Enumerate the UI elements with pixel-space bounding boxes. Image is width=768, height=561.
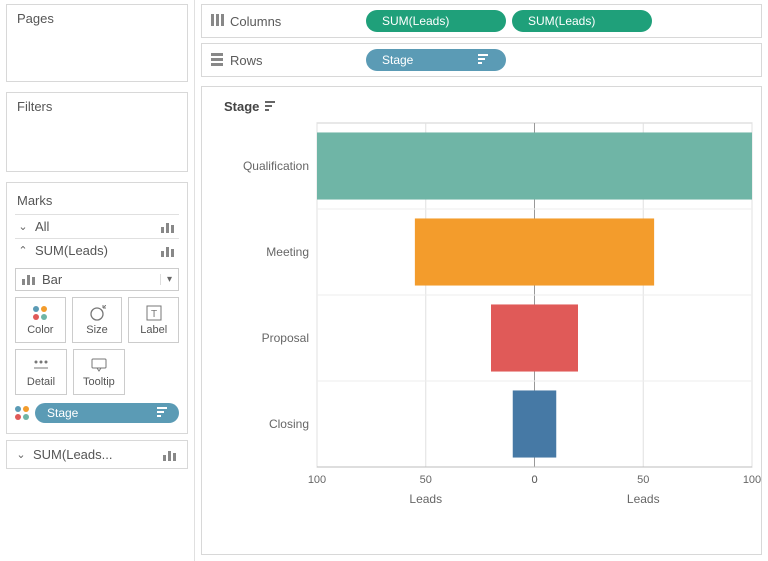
pill-label: SUM(Leads) — [382, 14, 449, 28]
pages-shelf[interactable]: Pages — [6, 4, 188, 82]
svg-text:T: T — [151, 309, 157, 320]
size-icon — [88, 304, 106, 322]
column-pill[interactable]: SUM(Leads) — [512, 10, 652, 32]
detail-icon — [33, 356, 49, 374]
tooltip-icon — [91, 356, 107, 374]
filters-label: Filters — [17, 99, 179, 118]
row-pill[interactable]: Stage — [366, 49, 506, 71]
bar-chart-icon — [161, 221, 177, 233]
marks-row-label: SUM(Leads... — [33, 447, 112, 462]
bar-chart-icon — [163, 449, 179, 461]
svg-text:50: 50 — [420, 474, 432, 486]
app-root: Pages Filters Marks ⌄ All ⌃ SUM(Leads) — [0, 0, 768, 561]
mark-buttons-row-1: Color Size T Label — [15, 297, 179, 343]
columns-label: Columns — [230, 14, 281, 29]
bar-chart-icon — [161, 245, 177, 257]
pill-label: Stage — [47, 406, 78, 420]
svg-text:Closing: Closing — [269, 417, 309, 431]
rows-shelf[interactable]: Rows Stage — [201, 43, 762, 77]
marks-row-label: All — [35, 219, 49, 234]
color-icon — [33, 304, 47, 322]
columns-icon — [210, 13, 224, 30]
svg-text:50: 50 — [637, 474, 649, 486]
color-button[interactable]: Color — [15, 297, 66, 343]
shelves: Columns SUM(Leads) SUM(Leads) Rows Stage — [195, 0, 768, 86]
button-label: Label — [140, 324, 167, 336]
pill-label: SUM(Leads) — [528, 14, 595, 28]
svg-text:Meeting: Meeting — [266, 245, 309, 259]
marks-label: Marks — [15, 189, 179, 214]
color-icon — [15, 406, 29, 420]
marks-row-all[interactable]: ⌄ All — [15, 214, 179, 238]
column-pill[interactable]: SUM(Leads) — [366, 10, 506, 32]
chevron-down-icon: ⌄ — [15, 448, 27, 461]
size-button[interactable]: Size — [72, 297, 123, 343]
detail-button[interactable]: Detail — [15, 349, 67, 395]
stage-pill-row: Stage — [15, 401, 179, 425]
mark-type-dropdown[interactable]: Bar ▾ — [15, 268, 179, 291]
button-label: Size — [86, 324, 107, 336]
svg-text:Proposal: Proposal — [262, 331, 309, 345]
label-icon: T — [146, 304, 162, 322]
left-sidebar: Pages Filters Marks ⌄ All ⌃ SUM(Leads) — [0, 0, 195, 561]
button-label: Detail — [27, 376, 55, 388]
label-button[interactable]: T Label — [128, 297, 179, 343]
svg-text:100: 100 — [308, 474, 326, 486]
svg-text:Leads: Leads — [409, 492, 442, 506]
svg-text:0: 0 — [531, 474, 537, 486]
columns-shelf[interactable]: Columns SUM(Leads) SUM(Leads) — [201, 4, 762, 38]
chevron-up-icon: ⌃ — [17, 244, 29, 257]
chevron-down-icon: ⌄ — [17, 220, 29, 233]
main-area: Columns SUM(Leads) SUM(Leads) Rows Stage — [195, 0, 768, 561]
rows-label: Rows — [230, 53, 263, 68]
pages-label: Pages — [17, 11, 179, 30]
chart-svg: Qualification Meeting Proposal Closing 100 50… — [202, 87, 762, 555]
button-label: Tooltip — [83, 376, 115, 388]
bar-chart-icon — [22, 274, 36, 285]
marks-row-label: SUM(Leads) — [35, 243, 108, 258]
marks-row-sumleads-2[interactable]: ⌄ SUM(Leads... — [6, 440, 188, 469]
marks-row-sumleads[interactable]: ⌃ SUM(Leads) — [15, 238, 179, 262]
svg-text:Leads: Leads — [627, 492, 660, 506]
tooltip-button[interactable]: Tooltip — [73, 349, 125, 395]
svg-text:Qualification: Qualification — [243, 159, 309, 173]
viz-canvas[interactable]: Stage QualificationMeetingProposalClosin… — [201, 86, 762, 555]
sort-desc-icon — [157, 406, 169, 420]
mark-buttons-row-2: Detail Tooltip — [15, 349, 125, 395]
svg-text:100: 100 — [743, 474, 761, 486]
mark-type-label: Bar — [42, 272, 62, 287]
dropdown-arrow-icon: ▾ — [160, 274, 172, 285]
pill-label: Stage — [382, 53, 413, 67]
marks-card: Marks ⌄ All ⌃ SUM(Leads) — [6, 182, 188, 434]
filters-shelf[interactable]: Filters — [6, 92, 188, 172]
rows-icon — [210, 52, 224, 69]
sort-desc-icon — [478, 53, 490, 67]
stage-pill[interactable]: Stage — [35, 403, 179, 423]
button-label: Color — [27, 324, 53, 336]
